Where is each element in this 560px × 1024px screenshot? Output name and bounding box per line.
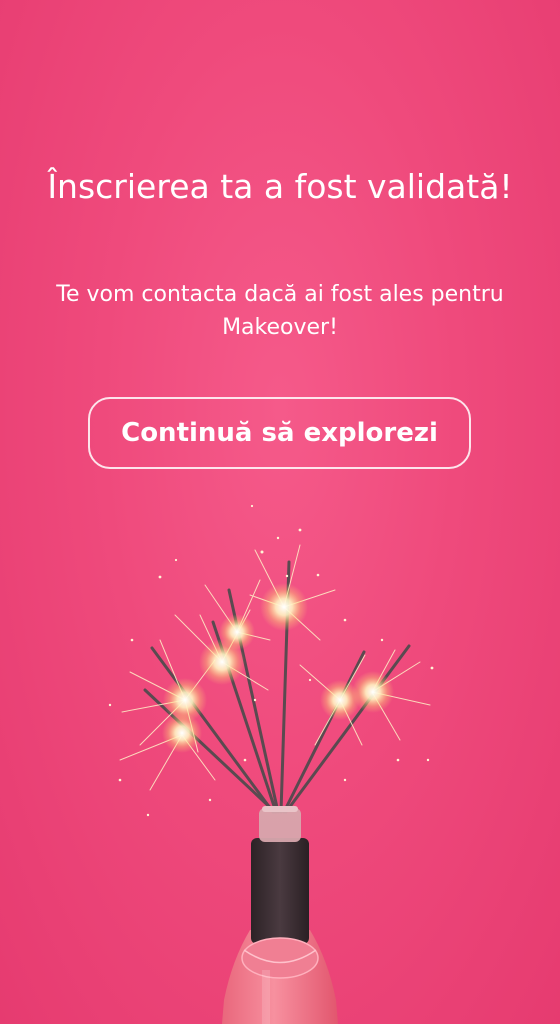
continue-exploring-button[interactable]: Continuă să explorezi [88, 397, 471, 469]
confirmation-title: Înscrierea ta a fost validată! [47, 167, 513, 206]
spark-dots [108, 504, 434, 817]
bottle-icon [222, 806, 338, 1024]
confirmation-screen: Înscrierea ta a fost validată! Te vom co… [0, 0, 560, 1024]
confirmation-message: Te vom contacta dacă ai fost ales pentru… [56, 282, 504, 340]
celebration-illustration [108, 504, 434, 1024]
sparkler-glows [162, 583, 394, 753]
